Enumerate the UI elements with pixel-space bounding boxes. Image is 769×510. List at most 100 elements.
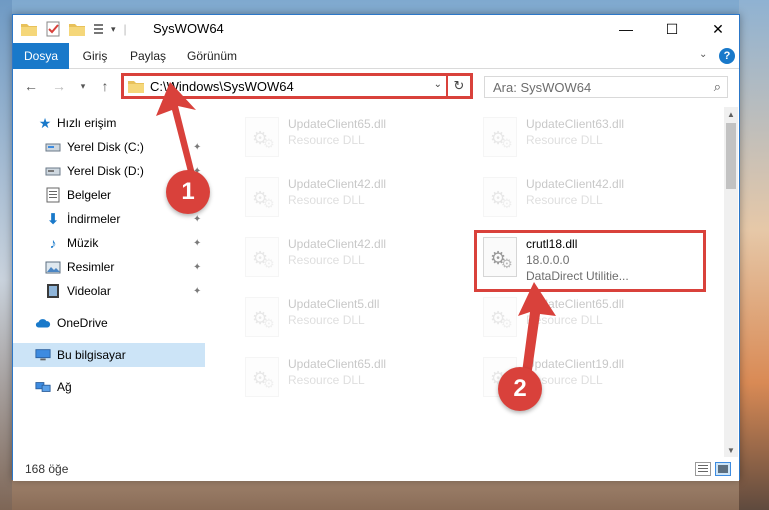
dll-file-icon: ⚙ ⚙ xyxy=(245,117,279,157)
sidebar-item-documents[interactable]: Belgeler ✦ xyxy=(13,183,205,207)
back-arrow-icon[interactable]: ← xyxy=(21,76,41,96)
dll-file-icon: ⚙ ⚙ xyxy=(245,177,279,217)
dll-file-icon: ⚙ ⚙ xyxy=(483,117,517,157)
file-description: Resource DLL xyxy=(288,373,365,387)
navigation-bar: ← → ▾ ↑ C:\Windows\SysWOW64 ⌄ ↻ Ara: Sys… xyxy=(13,70,739,102)
sidebar-item-local-disk-c[interactable]: Yerel Disk (C:) ✦ xyxy=(13,135,205,159)
ribbon-tabs: Dosya Giriş Paylaş Görünüm ⌄ ? xyxy=(13,43,739,69)
cloud-icon xyxy=(35,315,51,331)
file-item[interactable]: ⚙ ⚙ UpdateClient19.dll Resource DLL xyxy=(477,353,707,403)
file-name: UpdateClient65.dll xyxy=(288,117,387,131)
pin-icon[interactable]: ✦ xyxy=(193,262,201,273)
file-description: Resource DLL xyxy=(288,133,365,147)
sidebar-item-onedrive[interactable]: OneDrive xyxy=(13,311,205,335)
network-icon xyxy=(35,379,51,395)
sidebar-item-label: Videolar xyxy=(67,284,111,298)
item-count: 168 öğe xyxy=(25,462,69,476)
videos-icon xyxy=(45,283,61,299)
details-view-icon[interactable] xyxy=(695,462,711,476)
search-icon[interactable]: ⌕ xyxy=(714,79,721,95)
sidebar-item-pictures[interactable]: Resimler ✦ xyxy=(13,255,205,279)
sidebar-item-local-disk-d[interactable]: Yerel Disk (D:) ✦ xyxy=(13,159,205,183)
scroll-up-icon[interactable]: ▲ xyxy=(724,107,738,121)
file-description: Resource DLL xyxy=(288,193,365,207)
pictures-icon xyxy=(45,259,61,275)
file-item[interactable]: ⚙ ⚙ UpdateClient63.dll Resource DLL xyxy=(477,113,707,163)
recent-locations-icon[interactable]: ▾ xyxy=(73,76,93,96)
scrollbar-thumb[interactable] xyxy=(726,123,736,189)
address-path[interactable]: C:\Windows\SysWOW64 xyxy=(150,79,294,94)
pin-icon[interactable]: ✦ xyxy=(193,286,201,297)
computer-icon xyxy=(35,347,51,363)
chevron-down-icon[interactable]: ⌄ xyxy=(434,79,442,90)
tab-share[interactable]: Paylaş xyxy=(125,43,171,69)
dll-file-icon: ⚙ ⚙ xyxy=(245,357,279,397)
file-description: Resource DLL xyxy=(526,313,603,327)
sidebar-item-label: Resimler xyxy=(67,260,115,274)
sidebar-item-this-pc[interactable]: Bu bilgisayar xyxy=(13,343,205,367)
properties-icon[interactable] xyxy=(45,21,61,37)
file-item[interactable]: ⚙ ⚙ UpdateClient5.dll Resource DLL xyxy=(239,293,469,343)
search-input[interactable]: Ara: SysWOW64 ⌕ xyxy=(484,76,728,98)
pin-icon[interactable]: ✦ xyxy=(193,214,201,225)
sidebar-item-label: Yerel Disk (D:) xyxy=(67,164,144,178)
documents-icon xyxy=(45,187,61,203)
folder-icon xyxy=(21,24,37,36)
file-item[interactable]: ⚙ ⚙ UpdateClient42.dll Resource DLL xyxy=(239,233,469,283)
vertical-scrollbar[interactable]: ▲ ▼ xyxy=(724,107,738,457)
file-name: UpdateClient42.dll xyxy=(526,177,625,191)
star-icon: ★ xyxy=(38,114,52,131)
scroll-down-icon[interactable]: ▼ xyxy=(724,443,738,457)
close-button[interactable]: ✕ xyxy=(695,15,741,43)
file-name: UpdateClient63.dll xyxy=(526,117,625,131)
desktop-wallpaper xyxy=(739,0,769,510)
address-bar[interactable]: C:\Windows\SysWOW64 ⌄ ↻ xyxy=(121,73,473,99)
up-arrow-icon[interactable]: ↑ xyxy=(95,76,115,96)
refresh-icon[interactable]: ↻ xyxy=(446,75,470,97)
sidebar-item-label: OneDrive xyxy=(57,316,108,330)
file-item[interactable]: ⚙ ⚙ UpdateClient65.dll Resource DLL xyxy=(239,353,469,403)
minimize-button[interactable]: — xyxy=(603,15,649,43)
chevron-down-icon[interactable]: ▾ xyxy=(111,24,116,35)
file-description: Resource DLL xyxy=(288,313,365,327)
explorer-window: ▾ | SysWOW64 — ☐ ✕ Dosya Giriş Paylaş Gö… xyxy=(12,14,740,481)
file-item[interactable]: ⚙ ⚙ UpdateClient42.dll Resource DLL xyxy=(477,173,707,223)
file-item[interactable]: ⚙ ⚙ UpdateClient42.dll Resource DLL xyxy=(239,173,469,223)
sidebar-item-label: Hızlı erişim xyxy=(57,116,117,130)
file-item-crutl18[interactable]: ⚙ ⚙ crutl18.dll 18.0.0.0 DataDirect Utili… xyxy=(474,230,706,292)
file-description: Resource DLL xyxy=(526,193,603,207)
large-icons-view-icon[interactable] xyxy=(715,462,731,476)
sidebar-item-quick-access[interactable]: ★ Hızlı erişim xyxy=(13,111,205,135)
sidebar-item-label: İndirmeler xyxy=(67,212,121,226)
sidebar-item-videos[interactable]: Videolar ✦ xyxy=(13,279,205,303)
file-name: UpdateClient5.dll xyxy=(288,297,380,311)
window-title: SysWOW64 xyxy=(153,21,224,36)
customize-icon[interactable] xyxy=(93,22,109,36)
new-folder-icon[interactable] xyxy=(69,22,85,36)
title-bar: ▾ | SysWOW64 — ☐ ✕ xyxy=(13,15,739,43)
chevron-down-icon[interactable]: ⌄ xyxy=(699,49,707,60)
pin-icon[interactable]: ✦ xyxy=(193,142,201,153)
sidebar-item-downloads[interactable]: ⬇ İndirmeler ✦ xyxy=(13,207,205,231)
file-description: Resource DLL xyxy=(526,133,603,147)
downloads-icon: ⬇ xyxy=(46,211,60,228)
tab-home[interactable]: Giriş xyxy=(75,43,115,69)
tab-file[interactable]: Dosya xyxy=(13,43,69,69)
music-icon: ♪ xyxy=(49,235,57,251)
file-item[interactable]: ⚙ ⚙ UpdateClient65.dll Resource DLL xyxy=(239,113,469,163)
pin-icon[interactable]: ✦ xyxy=(193,238,201,249)
maximize-button[interactable]: ☐ xyxy=(649,15,695,43)
help-icon[interactable]: ? xyxy=(719,48,735,64)
file-list: ⚙ ⚙ UpdateClient65.dll Resource DLL ⚙ ⚙ Up… xyxy=(219,107,724,457)
pin-icon[interactable]: ✦ xyxy=(193,166,201,177)
file-item[interactable]: ⚙ ⚙ UpdateClient65.dll Resource DLL xyxy=(477,293,707,343)
forward-arrow-icon[interactable]: → xyxy=(49,76,69,96)
sidebar-item-network[interactable]: Ağ xyxy=(13,375,205,399)
sidebar-item-label: Bu bilgisayar xyxy=(57,348,126,362)
sidebar-item-music[interactable]: ♪ Müzik ✦ xyxy=(13,231,205,255)
file-description: Resource DLL xyxy=(526,373,603,387)
file-description: Resource DLL xyxy=(288,253,365,267)
pin-icon[interactable]: ✦ xyxy=(193,190,201,201)
tab-view[interactable]: Görünüm xyxy=(181,43,243,69)
file-version: 18.0.0.0 xyxy=(526,253,570,267)
